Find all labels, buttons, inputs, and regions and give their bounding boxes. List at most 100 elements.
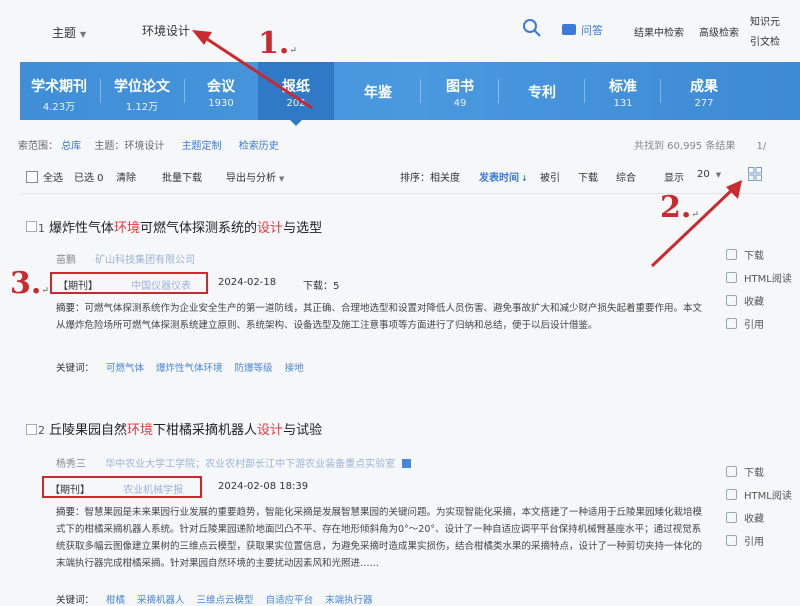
sort-relevance[interactable]: 相关度	[430, 169, 460, 184]
page-indicator: 1/	[756, 141, 767, 152]
category-achievements[interactable]: 成果 277	[662, 62, 746, 120]
category-newspapers[interactable]: 报纸 202	[258, 62, 334, 126]
search-in-results-link[interactable]: 结果中检索	[634, 24, 684, 39]
arrow-down-icon: ↓	[521, 174, 528, 183]
keyword-link[interactable]: 采摘机器人	[137, 595, 185, 606]
scope-label: 索范围：	[18, 141, 58, 152]
select-all-checkbox[interactable]: 全选	[26, 169, 63, 184]
page-size-select[interactable]: 20 ▼	[697, 169, 721, 180]
category-books[interactable]: 图书 49	[422, 62, 498, 120]
category-divider	[184, 79, 185, 103]
favorite-action[interactable]: 收藏	[726, 508, 792, 531]
category-yearbooks[interactable]: 年鉴	[336, 62, 420, 120]
sort-comprehensive[interactable]: 综合	[616, 169, 636, 184]
result-type-tag: 【期刊】	[50, 485, 90, 496]
category-name: 学位论文	[114, 79, 170, 95]
category-standards[interactable]: 标准 131	[586, 62, 660, 120]
author-name[interactable]: 杨秀三	[56, 459, 86, 470]
search-icon[interactable]	[522, 18, 542, 38]
category-patents[interactable]: 专利	[500, 62, 584, 120]
author-affiliation[interactable]: 华中农业大学工学院；农业农村部长江中下游农业装备重点实验室	[105, 459, 395, 470]
result-authors: 杨秀三 华中农业大学工学院；农业农村部长江中下游农业装备重点实验室	[56, 455, 412, 470]
category-divider	[584, 79, 585, 103]
result-index: 2	[38, 424, 45, 437]
keyword-link[interactable]: 爆炸性气体环境	[156, 363, 223, 374]
batch-download-button[interactable]: 批量下载	[162, 169, 202, 184]
search-field-select[interactable]: 主题 ▼	[52, 24, 86, 41]
page-size-value: 20	[697, 169, 710, 180]
keyword-link[interactable]: 防爆等级	[235, 363, 273, 374]
cite-action[interactable]: 引用	[726, 531, 792, 554]
annotation-label: 2.	[660, 190, 692, 225]
return-mark: ↵	[691, 210, 699, 220]
category-divider	[100, 79, 101, 103]
cite-action[interactable]: 引用	[726, 314, 792, 337]
category-name: 图书	[446, 79, 474, 95]
chevron-down-icon: ▼	[80, 30, 87, 39]
result-title[interactable]: 1 爆炸性气体环境可燃气体探测系统的设计与选型	[38, 217, 322, 236]
keyword-link[interactable]: 接地	[285, 363, 304, 374]
ask-button[interactable]: 问答	[562, 22, 603, 38]
keyword-link[interactable]: 可燃气体	[106, 363, 144, 374]
clear-button[interactable]: 清除	[116, 169, 136, 184]
result-checkbox[interactable]	[26, 424, 37, 435]
citation-search-link[interactable]: 引文检	[750, 33, 780, 53]
return-mark: ↵	[41, 286, 49, 296]
annotation-label: 1.	[258, 26, 290, 61]
export-analysis-button[interactable]: 导出与分析 ▼	[226, 169, 284, 184]
top-bar: 主题 ▼ 环境设计 问答 结果中检索 高级检索 知识元 引文检	[0, 0, 800, 60]
sort-publish-time[interactable]: 发表时间 ↓	[479, 169, 528, 184]
check-badge-icon	[402, 459, 412, 468]
advanced-search-link[interactable]: 高级检索	[699, 24, 739, 39]
keyword-link[interactable]: 自适应平台	[266, 595, 314, 606]
download-action[interactable]: 下载	[726, 245, 792, 268]
favorite-action[interactable]: 收藏	[726, 291, 792, 314]
keyword-link[interactable]: 柑橘	[106, 595, 125, 606]
results-toolbar: 全选 已选 0 清除 批量下载 导出与分析 ▼ 排序： 相关度 发表时间 ↓ 被引 …	[0, 162, 800, 188]
result-title[interactable]: 2 丘陵果园自然环境下柑橘采摘机器人设计与试验	[38, 419, 322, 438]
author-name[interactable]: 苗鹏	[56, 255, 76, 266]
cite-label: 引用	[744, 537, 764, 548]
html-read-action[interactable]: HTML阅读	[726, 485, 792, 508]
scope-value[interactable]: 总库	[61, 141, 81, 152]
category-journals[interactable]: 学术期刊 4.23万	[20, 62, 98, 120]
topic-custom-link[interactable]: 主题定制	[182, 141, 222, 152]
download-label: 下载	[744, 251, 764, 262]
sort-label: 排序：	[400, 173, 430, 184]
export-label: 导出与分析	[226, 173, 276, 184]
category-conferences[interactable]: 会议 1930	[186, 62, 256, 120]
chevron-down-icon: ▼	[715, 171, 722, 179]
category-divider	[498, 79, 499, 103]
category-theses[interactable]: 学位论文 1.12万	[102, 62, 182, 120]
sort-publish-time-label: 发表时间	[479, 173, 519, 184]
download-action[interactable]: 下载	[726, 462, 792, 485]
html-read-action[interactable]: HTML阅读	[726, 268, 792, 291]
search-input[interactable]: 环境设计	[142, 22, 190, 39]
html-read-label: HTML阅读	[744, 274, 792, 285]
knowledge-element-link[interactable]: 知识元	[750, 13, 780, 33]
keyword-link[interactable]: 三维点云模型	[197, 595, 254, 606]
result-source[interactable]: 农业机械学报	[123, 485, 183, 496]
knowledge-links[interactable]: 知识元 引文检	[750, 13, 780, 53]
result-type-tag: 【期刊】	[58, 281, 98, 292]
search-history-link[interactable]: 检索历史	[239, 141, 279, 152]
grid-view-icon[interactable]	[748, 167, 762, 181]
result-meta: 【期刊】 中国仪器仪表	[58, 277, 191, 292]
result-source[interactable]: 中国仪器仪表	[131, 281, 191, 292]
keyword-link[interactable]: 末端执行器	[325, 595, 373, 606]
category-count: 202	[286, 98, 306, 109]
search-scope-line: 索范围： 总库 主题：环境设计 主题定制 检索历史	[18, 137, 279, 152]
html-icon	[726, 272, 737, 283]
category-name: 会议	[207, 79, 235, 95]
favorite-label: 收藏	[744, 297, 764, 308]
abstract-text: 智慧果园是未来果园行业发展的重要趋势，智能化采摘是发展智慧果园的关键问题。为实现…	[56, 507, 703, 569]
sort-cited[interactable]: 被引	[540, 169, 560, 184]
author-affiliation[interactable]: 矿山科技集团有限公司	[95, 255, 195, 266]
category-name: 学术期刊	[31, 79, 87, 95]
quote-icon	[726, 318, 737, 329]
result-checkbox[interactable]	[26, 221, 37, 232]
category-divider	[420, 79, 421, 103]
scope-topic: 主题：环境设计	[94, 141, 165, 152]
abstract-text: 可燃气体探测系统作为企业安全生产的第一道防线，其正确、合理地选型和设置对降低人员…	[56, 303, 703, 331]
sort-downloads[interactable]: 下载	[578, 169, 598, 184]
